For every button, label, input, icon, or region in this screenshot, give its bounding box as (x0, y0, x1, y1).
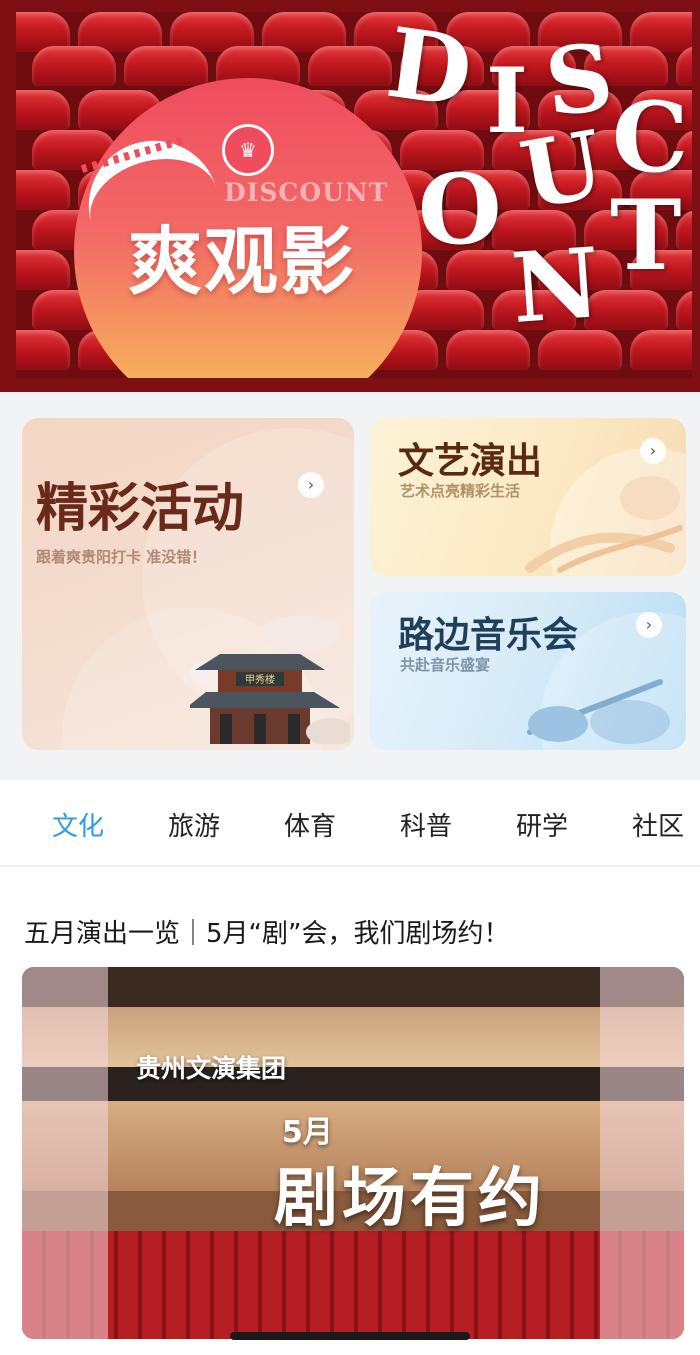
category-tabs: 文化 旅游 体育 科普 研学 社区 (0, 780, 700, 866)
overlay-left (22, 967, 108, 1339)
seat (16, 330, 70, 370)
card-performances-subtitle: 艺术点亮精彩生活 (400, 482, 521, 500)
chevron-right-icon[interactable]: › (636, 612, 662, 638)
auditorium-seats (22, 1231, 684, 1339)
card-activities-title: 精彩活动 (36, 478, 245, 539)
pavilion-sign: 甲秀楼 (245, 673, 275, 686)
seat (16, 250, 70, 290)
lighting-bar (22, 1067, 684, 1101)
card-street-music[interactable]: 路边音乐会 共赴音乐盛宴 › (370, 592, 686, 750)
tab-science[interactable]: 科普 (400, 806, 452, 843)
banner-letter-n: N (508, 226, 604, 345)
card-activities-subtitle: 跟着爽贵阳打卡 准没错！ (36, 548, 207, 566)
banner-letter-d: D (380, 12, 479, 130)
overlay-right (600, 967, 684, 1339)
banner-image[interactable]: ♛ DISCOUNT 爽观影 D I S C O U N T (16, 12, 692, 378)
home-indicator (230, 1332, 470, 1340)
tab-study-tour[interactable]: 研学 (516, 806, 568, 843)
banner-letter-o: O (418, 153, 502, 266)
chevron-right-icon[interactable]: › (298, 472, 324, 498)
ceiling-arch (22, 1007, 684, 1067)
chevron-right-icon[interactable]: › (640, 438, 666, 464)
article-image[interactable]: 贵州文演集团 5月 剧场有约 (22, 967, 684, 1339)
guitar-illustration (527, 679, 670, 744)
article-image-org: 贵州文演集团 (136, 1054, 287, 1083)
seat (124, 46, 208, 86)
jiaxiu-pavilion-illustration: 甲秀楼 (190, 616, 350, 744)
seat (32, 46, 116, 86)
banner-title: 爽观影 (128, 219, 356, 305)
seat (630, 330, 692, 370)
tab-community[interactable]: 社区 (632, 806, 684, 843)
tab-travel[interactable]: 旅游 (168, 806, 220, 843)
banner[interactable]: ♛ DISCOUNT 爽观影 D I S C O U N T (0, 0, 700, 392)
seat (676, 290, 692, 330)
seat (676, 46, 692, 86)
banner-letter-u: U (513, 109, 612, 231)
banner-letter-c: C (612, 81, 689, 194)
dancer-illustration (525, 476, 683, 573)
card-performances[interactable]: 文艺演出 艺术点亮精彩生活 › (370, 418, 686, 576)
theater-logo-icon: ♛ (222, 124, 274, 176)
article-title[interactable]: 五月演出一览｜5月“剧”会，我们剧场约！ (24, 913, 509, 950)
card-activities[interactable]: 精彩活动 跟着爽贵阳打卡 准没错！ › 甲秀楼 (22, 418, 354, 750)
seat (16, 170, 70, 210)
banner-letter-t: T (610, 179, 682, 292)
seat (16, 90, 70, 130)
card-street-music-title: 路边音乐会 (398, 614, 579, 656)
card-street-music-subtitle: 共赴音乐盛宴 (400, 656, 491, 674)
article-image-month: 5月 (282, 1115, 333, 1150)
tab-culture[interactable]: 文化 (52, 806, 104, 843)
tab-sports[interactable]: 体育 (284, 806, 336, 843)
card-performances-title: 文艺演出 (398, 440, 543, 482)
ceiling (22, 967, 684, 1007)
article-image-headline: 剧场有约 (274, 1162, 546, 1236)
seat (308, 46, 392, 86)
article-card[interactable]: 五月演出一览｜5月“剧”会，我们剧场约！ 贵州文演集团 5月 剧场有约 (0, 867, 700, 1355)
